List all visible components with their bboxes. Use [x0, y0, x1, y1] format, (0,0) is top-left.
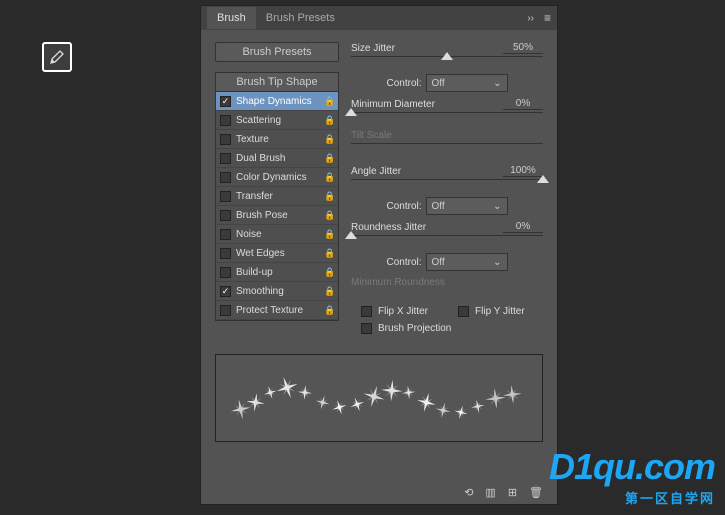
option-label: Smoothing: [236, 286, 319, 297]
brush-options-list: Brush Tip Shape Shape Dynamics🔒Scatterin…: [215, 72, 339, 321]
menu-icon[interactable]: ≡: [544, 11, 551, 25]
option-checkbox[interactable]: [220, 305, 231, 316]
option-checkbox[interactable]: [220, 229, 231, 240]
min-diameter-value[interactable]: 0%: [503, 98, 543, 110]
brush-tip-shape-button[interactable]: Brush Tip Shape: [216, 73, 338, 92]
preset-icon[interactable]: ▥: [485, 486, 495, 499]
option-checkbox[interactable]: [220, 210, 231, 221]
sparkle-stroke: [216, 355, 542, 442]
brush-projection-checkbox[interactable]: Brush Projection: [361, 323, 451, 334]
control2-label: Control:: [386, 201, 421, 212]
brush-presets-button[interactable]: Brush Presets: [215, 42, 339, 62]
tab-brush[interactable]: Brush: [207, 7, 256, 29]
min-roundness-label: Minimum Roundness: [351, 277, 445, 288]
option-label: Transfer: [236, 191, 319, 202]
collapse-icon[interactable]: ››: [527, 13, 534, 24]
option-label: Noise: [236, 229, 319, 240]
option-checkbox[interactable]: [220, 134, 231, 145]
lock-icon[interactable]: 🔒: [324, 153, 334, 164]
settings-column: Size Jitter 50% Control: Off Minimum Diam…: [351, 42, 543, 334]
tilt-scale-slider: [351, 141, 543, 157]
option-color-dynamics[interactable]: Color Dynamics 🔒: [216, 168, 338, 187]
lock-icon[interactable]: 🔒: [324, 210, 334, 221]
lock-icon[interactable]: 🔒: [324, 191, 334, 202]
min-diameter-label: Minimum Diameter: [351, 99, 435, 110]
option-label: Shape Dynamics: [236, 96, 319, 107]
new-preset-icon[interactable]: ⊞: [508, 486, 517, 499]
tilt-scale-label: Tilt Scale: [351, 130, 392, 141]
angle-jitter-label: Angle Jitter: [351, 166, 401, 177]
control1-label: Control:: [386, 78, 421, 89]
control3-label: Control:: [386, 257, 421, 268]
flip-y-checkbox[interactable]: Flip Y Jitter: [458, 306, 525, 317]
control1-select[interactable]: Off: [426, 74, 508, 92]
panel-footer: ⟲ ▥ ⊞ 🗑: [201, 480, 557, 504]
lock-icon[interactable]: 🔒: [324, 267, 334, 278]
option-label: Color Dynamics: [236, 172, 319, 183]
option-shape-dynamics[interactable]: Shape Dynamics 🔒: [216, 92, 338, 111]
option-transfer[interactable]: Transfer 🔒: [216, 187, 338, 206]
trash-icon[interactable]: 🗑: [529, 486, 543, 499]
option-smoothing[interactable]: Smoothing 🔒: [216, 282, 338, 301]
brush-icon: [48, 48, 66, 66]
control2-select[interactable]: Off: [426, 197, 508, 215]
option-checkbox[interactable]: [220, 248, 231, 259]
option-checkbox[interactable]: [220, 153, 231, 164]
option-checkbox[interactable]: [220, 191, 231, 202]
option-dual-brush[interactable]: Dual Brush 🔒: [216, 149, 338, 168]
option-label: Scattering: [236, 115, 319, 126]
lock-icon[interactable]: 🔒: [324, 115, 334, 126]
option-protect-texture[interactable]: Protect Texture 🔒: [216, 301, 338, 320]
option-label: Texture: [236, 134, 319, 145]
option-brush-pose[interactable]: Brush Pose 🔒: [216, 206, 338, 225]
roundness-jitter-label: Roundness Jitter: [351, 222, 426, 233]
option-scattering[interactable]: Scattering 🔒: [216, 111, 338, 130]
panel-tabs: Brush Brush Presets ›› ≡: [201, 6, 557, 30]
option-noise[interactable]: Noise 🔒: [216, 225, 338, 244]
watermark: D1qu.com 第一区自学网: [549, 446, 715, 507]
option-label: Wet Edges: [236, 248, 319, 259]
min-diameter-slider[interactable]: [351, 110, 543, 126]
size-jitter-value[interactable]: 50%: [503, 42, 543, 54]
option-wet-edges[interactable]: Wet Edges 🔒: [216, 244, 338, 263]
roundness-jitter-slider[interactable]: [351, 233, 543, 249]
option-label: Brush Pose: [236, 210, 319, 221]
lock-icon[interactable]: 🔒: [324, 286, 334, 297]
lock-icon[interactable]: 🔒: [324, 134, 334, 145]
lock-icon[interactable]: 🔒: [324, 305, 334, 316]
option-checkbox[interactable]: [220, 267, 231, 278]
lock-icon[interactable]: 🔒: [324, 248, 334, 259]
brush-preview: [215, 354, 543, 442]
size-jitter-slider[interactable]: [351, 54, 543, 70]
size-jitter-label: Size Jitter: [351, 43, 395, 54]
lock-icon[interactable]: 🔒: [324, 229, 334, 240]
option-checkbox[interactable]: [220, 115, 231, 126]
control3-select[interactable]: Off: [426, 253, 508, 271]
option-checkbox[interactable]: [220, 286, 231, 297]
option-checkbox[interactable]: [220, 96, 231, 107]
roundness-jitter-value[interactable]: 0%: [503, 221, 543, 233]
option-label: Build-up: [236, 267, 319, 278]
option-label: Dual Brush: [236, 153, 319, 164]
toggle-preview-icon[interactable]: ⟲: [464, 486, 473, 499]
option-build-up[interactable]: Build-up 🔒: [216, 263, 338, 282]
option-checkbox[interactable]: [220, 172, 231, 183]
angle-jitter-slider[interactable]: [351, 177, 543, 193]
flip-x-checkbox[interactable]: Flip X Jitter: [361, 306, 428, 317]
tab-brush-presets[interactable]: Brush Presets: [256, 7, 345, 29]
option-label: Protect Texture: [236, 305, 319, 316]
lock-icon[interactable]: 🔒: [324, 172, 334, 183]
lock-icon[interactable]: 🔒: [324, 96, 334, 107]
brush-panel: Brush Brush Presets ›› ≡ Brush Presets B…: [200, 5, 558, 505]
option-texture[interactable]: Texture 🔒: [216, 130, 338, 149]
brush-tool-button[interactable]: [42, 42, 72, 72]
